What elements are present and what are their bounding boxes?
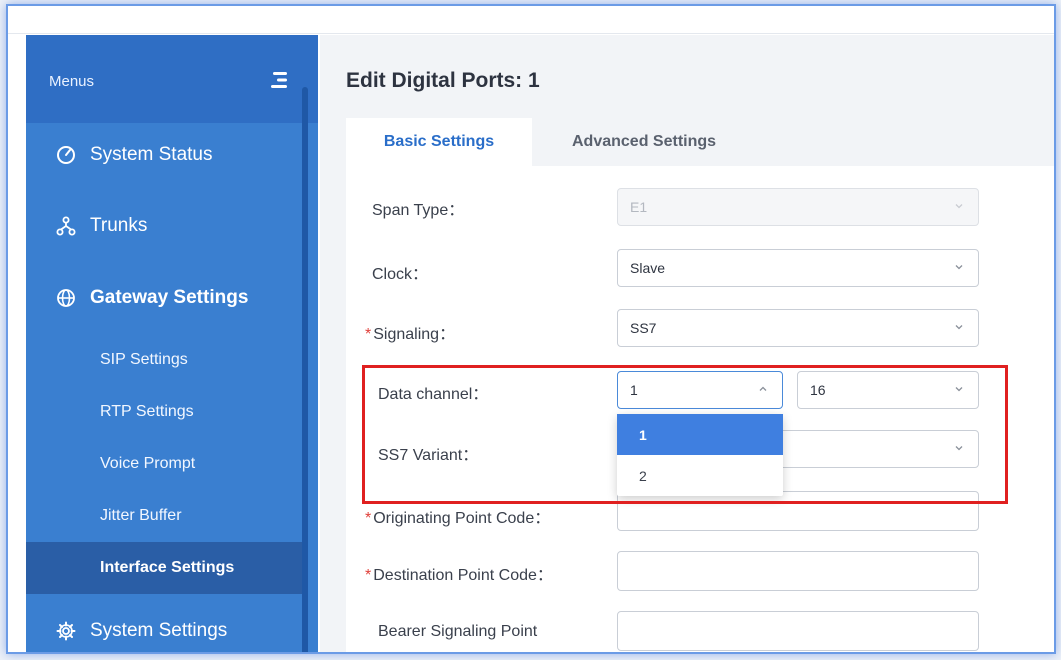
signaling-label: * Signaling： [365, 320, 455, 344]
data-channel-end-select[interactable]: 16 [797, 371, 979, 409]
sidebar-item-label: Interface Settings [100, 559, 235, 576]
chevron-down-icon [955, 325, 963, 330]
data-channel-dropdown: 1 2 [617, 414, 783, 496]
span-type-select: E1 [617, 188, 979, 226]
sidebar-item-interface-settings[interactable]: Interface Settings [26, 542, 302, 594]
sidebar-item-jitter-buffer[interactable]: Jitter Buffer [26, 490, 302, 542]
sidebar-item-label: Jitter Buffer [100, 507, 182, 524]
required-marker: * [365, 567, 372, 584]
signaling-select[interactable]: SS7 [617, 309, 979, 347]
destination-point-code-label-text: Destination Point Code： [373, 567, 553, 584]
clock-select[interactable]: Slave [617, 249, 979, 287]
menu-collapse-icon[interactable] [269, 71, 289, 89]
sidebar-item-label: System Status [90, 144, 213, 165]
chevron-up-icon [759, 386, 767, 391]
sidebar-header: Menus [26, 35, 318, 123]
dropdown-option-2[interactable]: 2 [617, 455, 783, 496]
sidebar-item-trunks[interactable]: Trunks [26, 200, 302, 252]
chevron-down-icon [955, 265, 963, 270]
sidebar-item-label: Trunks [90, 215, 148, 236]
sidebar: Menus System Status Trunks Gateway Setti… [26, 35, 318, 652]
data-channel-start-select[interactable]: 1 [617, 371, 783, 409]
span-type-value: E1 [630, 199, 648, 215]
sidebar-item-system-status[interactable]: System Status [26, 129, 302, 181]
top-bar [8, 6, 1054, 34]
sidebar-item-label: Gateway Settings [90, 287, 249, 308]
bearer-signaling-point-input[interactable] [617, 611, 979, 651]
data-channel-end-value: 16 [810, 382, 826, 398]
clock-value: Slave [630, 260, 666, 276]
sidebar-item-label: SIP Settings [100, 351, 188, 368]
sidebar-item-label: System Settings [90, 620, 228, 641]
chevron-down-icon [955, 446, 963, 451]
chevron-down-icon [955, 204, 963, 209]
required-marker: * [365, 326, 372, 343]
sidebar-item-gateway-settings[interactable]: Gateway Settings [26, 272, 302, 324]
app-window: Menus System Status Trunks Gateway Setti… [6, 4, 1056, 654]
sidebar-scrollbar[interactable] [302, 87, 308, 652]
originating-point-code-label: * Originating Point Code： [365, 504, 550, 528]
gauge-icon [57, 146, 75, 164]
sidebar-item-voice-prompt[interactable]: Voice Prompt [26, 438, 302, 490]
originating-point-code-label-text: Originating Point Code： [373, 510, 551, 527]
sidebar-item-label: RTP Settings [100, 403, 194, 420]
page-title: Edit Digital Ports: 1 [346, 69, 540, 92]
chevron-down-icon [955, 387, 963, 392]
signaling-label-text: Signaling： [373, 326, 456, 343]
tab-bar: Basic Settings Advanced Settings [346, 118, 1054, 166]
destination-point-code-input[interactable] [617, 551, 979, 591]
dropdown-option-1[interactable]: 1 [617, 414, 783, 455]
tab-basic-settings[interactable]: Basic Settings [346, 118, 532, 166]
bearer-signaling-point-label: Bearer Signaling Point [378, 623, 538, 640]
originating-point-code-input[interactable] [617, 491, 979, 531]
sidebar-item-label: Voice Prompt [100, 455, 196, 472]
ss7-variant-label: SS7 Variant： [378, 447, 479, 464]
sidebar-item-rtp-settings[interactable]: RTP Settings [26, 386, 302, 438]
signaling-value: SS7 [630, 320, 657, 336]
sidebar-item-system-settings[interactable]: System Settings [26, 605, 302, 652]
globe-icon [57, 289, 75, 307]
sidebar-item-sip-settings[interactable]: SIP Settings [26, 334, 302, 386]
tab-advanced-settings[interactable]: Advanced Settings [572, 118, 716, 166]
destination-point-code-label: * Destination Point Code： [365, 561, 553, 585]
span-type-label: Span Type： [372, 202, 465, 219]
trunks-icon [56, 216, 76, 236]
data-channel-label: Data channel： [378, 386, 489, 403]
clock-label: Clock： [372, 266, 429, 283]
gear-icon [56, 621, 76, 641]
menus-label: Menus [49, 73, 95, 90]
required-marker: * [365, 510, 372, 527]
data-channel-start-value: 1 [630, 382, 638, 398]
